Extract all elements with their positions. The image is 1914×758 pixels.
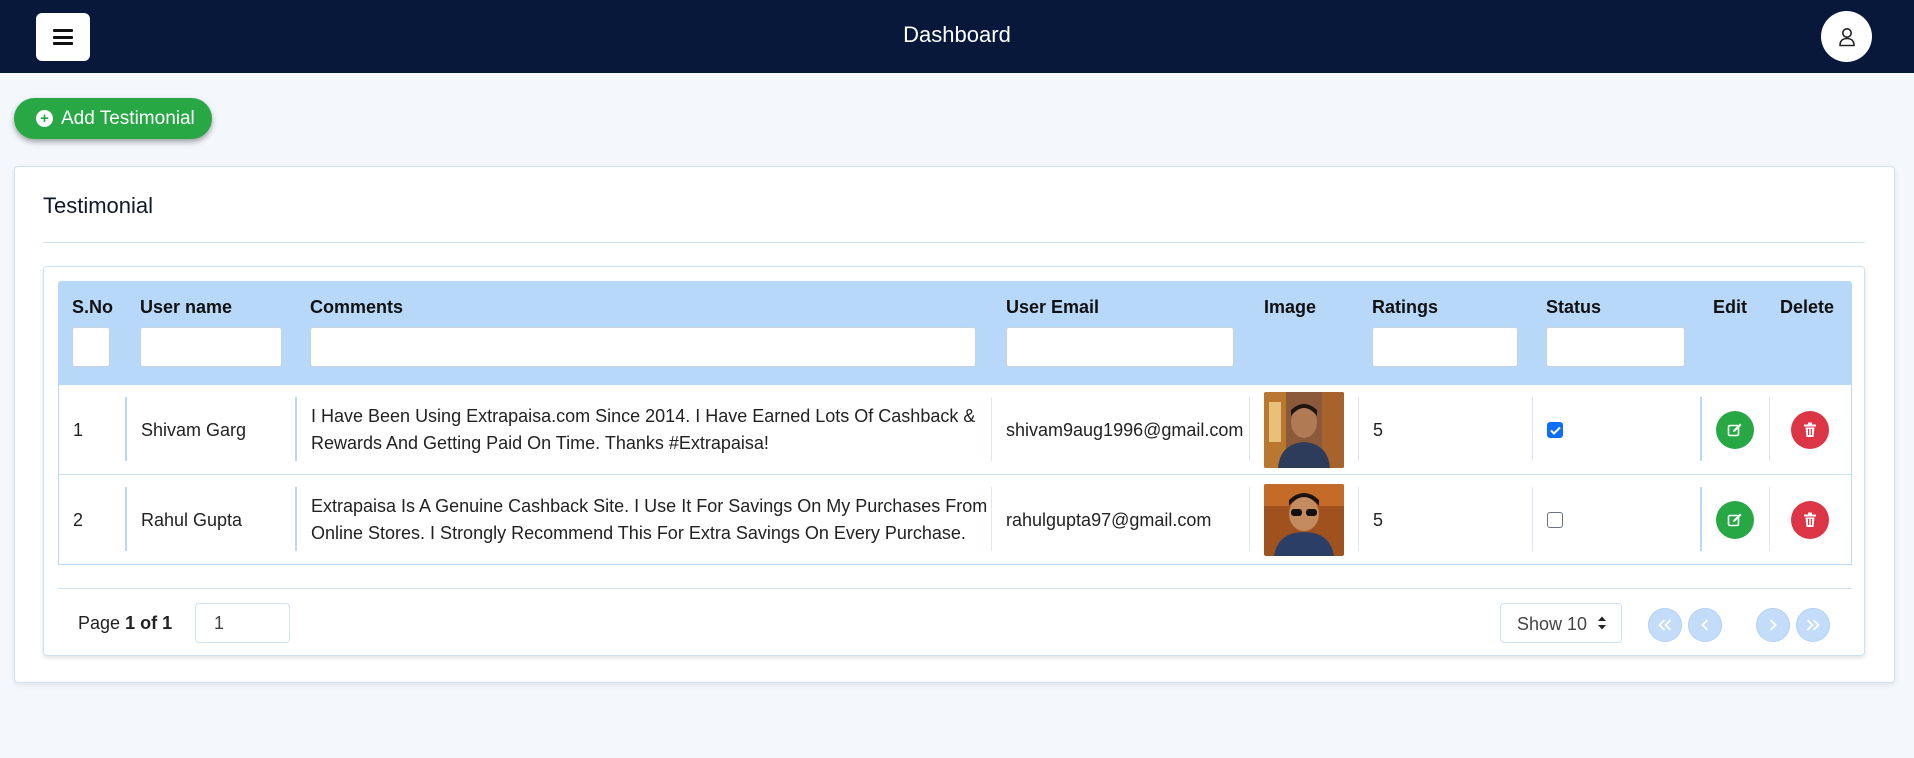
sort-caret-icon [1598, 616, 1606, 630]
edit-button[interactable] [1716, 411, 1754, 449]
column-divider [991, 397, 992, 461]
page-indicator: Page 1 of 1 [78, 613, 172, 634]
page-count: 1 of 1 [125, 613, 173, 633]
delete-button[interactable] [1791, 501, 1829, 539]
add-testimonial-label: Add Testimonial [61, 107, 195, 129]
trash-icon [1804, 512, 1816, 527]
cell-image [1264, 475, 1344, 565]
user-avatar-image [1264, 484, 1344, 556]
column-divider [1700, 487, 1702, 551]
column-divider [991, 487, 992, 551]
table-row: 2 Rahul Gupta Extrapaisa Is A Genuine Ca… [59, 475, 1851, 565]
cell-edit [1716, 385, 1754, 475]
comment-line: Rewards And Getting Paid On Time. Thanks… [311, 433, 769, 453]
column-divider [1769, 487, 1770, 551]
cell-comments: I Have Been Using Extrapaisa.com Since 2… [311, 385, 991, 475]
filter-input-status[interactable] [1546, 327, 1685, 367]
column-divider [295, 397, 297, 461]
cell-user-name: Shivam Garg [141, 419, 247, 440]
column-divider [1358, 397, 1359, 461]
user-avatar-image [1264, 392, 1344, 468]
column-header-edit: Edit [1713, 297, 1747, 317]
table-row: 1 Shivam Garg I Have Been Using Extrapai… [59, 385, 1851, 475]
column-divider [1249, 487, 1250, 551]
page-size-label: Show 10 [1517, 614, 1588, 634]
cell-delete [1791, 475, 1829, 565]
page-title: Dashboard [903, 22, 1011, 47]
previous-page-button[interactable] [1688, 608, 1722, 642]
cell-rating: 5 [1373, 509, 1384, 530]
filter-input-comments[interactable] [310, 327, 976, 367]
column-divider [1769, 397, 1770, 461]
column-header-status[interactable]: Status [1546, 297, 1601, 318]
column-header-comments[interactable]: Comments [310, 297, 403, 318]
column-divider [125, 397, 127, 461]
testimonial-table-container: S.No User name Comments User Email Image… [43, 266, 1865, 656]
column-header-ratings[interactable]: Ratings [1372, 297, 1438, 318]
cell-delete [1791, 385, 1829, 475]
user-profile-button[interactable] [1821, 11, 1872, 62]
plus-circle-icon: + [36, 110, 53, 127]
delete-button[interactable] [1791, 411, 1829, 449]
cell-image [1264, 385, 1344, 475]
column-divider [295, 487, 297, 551]
first-page-button[interactable] [1648, 608, 1682, 642]
double-chevron-left-icon [1658, 619, 1672, 631]
column-divider [125, 487, 127, 551]
trash-icon [1804, 422, 1816, 437]
column-divider [1249, 397, 1250, 461]
cell-user-name: Rahul Gupta [141, 509, 243, 530]
comment-line: Online Stores. I Strongly Recommend This… [311, 523, 966, 543]
page-number-input[interactable]: 1 [195, 603, 290, 643]
double-chevron-right-icon [1806, 619, 1820, 631]
card-divider [43, 242, 1865, 243]
cell-sno: 1 [73, 419, 84, 440]
column-header-user-email[interactable]: User Email [1006, 297, 1099, 318]
filter-input-user-email[interactable] [1006, 327, 1234, 367]
cell-rating: 5 [1373, 419, 1384, 440]
cell-status [1547, 475, 1563, 565]
column-divider [1700, 397, 1702, 461]
column-header-sno[interactable]: S.No [72, 297, 113, 318]
card-title: Testimonial [43, 193, 154, 218]
user-icon [1838, 27, 1855, 46]
testimonial-card: Testimonial S.No User name Comments User… [14, 166, 1895, 683]
column-header-image: Image [1264, 297, 1317, 317]
cell-comments: Extrapaisa Is A Genuine Cashback Site. I… [311, 475, 991, 565]
edit-button[interactable] [1716, 501, 1754, 539]
filter-input-user-name[interactable] [140, 327, 282, 367]
edit-icon [1727, 423, 1742, 437]
column-header-user-name[interactable]: User name [140, 297, 232, 318]
cell-status [1547, 385, 1563, 475]
top-navbar: Dashboard [0, 0, 1914, 73]
last-page-button[interactable] [1796, 608, 1830, 642]
cell-user-email: rahulgupta97@gmail.com [1006, 509, 1212, 530]
comment-line: I Have Been Using Extrapaisa.com Since 2… [311, 406, 976, 426]
status-checkbox[interactable] [1547, 512, 1563, 528]
column-divider [1532, 397, 1533, 461]
table-body: 1 Shivam Garg I Have Been Using Extrapai… [58, 385, 1852, 565]
column-divider [1358, 487, 1359, 551]
table-header: S.No User name Comments User Email Image… [58, 281, 1852, 385]
cell-sno: 2 [73, 509, 84, 530]
chevron-right-icon [1769, 619, 1777, 631]
cell-user-email: shivam9aug1996@gmail.com [1006, 419, 1244, 440]
add-testimonial-button[interactable]: + Add Testimonial [14, 98, 212, 139]
status-checkbox[interactable] [1547, 422, 1563, 438]
column-header-delete: Delete [1780, 297, 1835, 317]
column-divider [1532, 487, 1533, 551]
comment-line: Extrapaisa Is A Genuine Cashback Site. I… [311, 496, 988, 516]
next-page-button[interactable] [1756, 608, 1790, 642]
filter-input-sno[interactable] [72, 327, 110, 367]
cell-edit [1716, 475, 1754, 565]
filter-input-ratings[interactable] [1372, 327, 1518, 367]
chevron-left-icon [1701, 619, 1709, 631]
page-prefix: Page [78, 613, 121, 633]
edit-icon [1727, 513, 1742, 527]
page-size-select[interactable]: Show 10 [1500, 603, 1622, 643]
pagination-divider [58, 588, 1852, 589]
